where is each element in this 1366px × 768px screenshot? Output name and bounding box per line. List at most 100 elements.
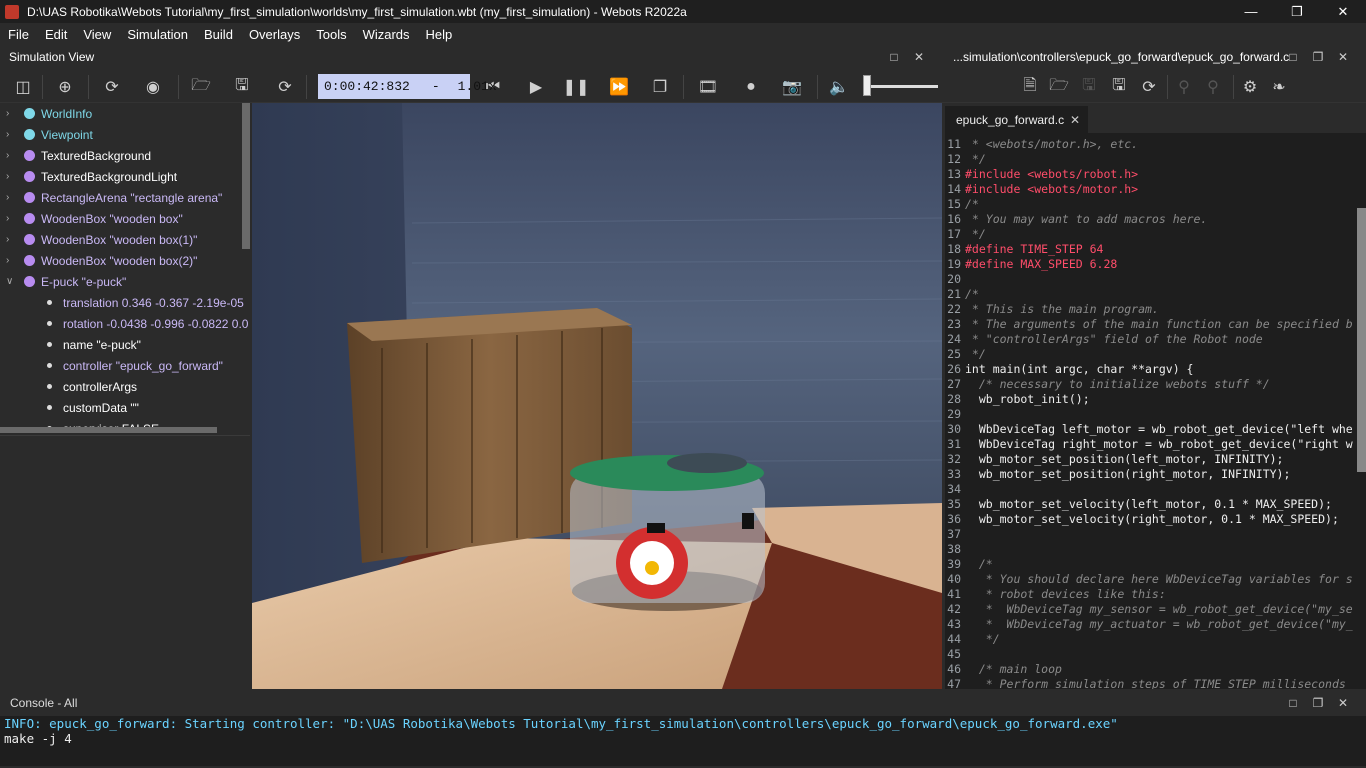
- revert-file-icon[interactable]: ⟳: [1138, 76, 1160, 98]
- line-number: 40: [947, 572, 961, 586]
- maximize-button[interactable]: ❐: [1274, 0, 1320, 23]
- scene-tree-field[interactable]: rotation -0.0438 -0.996 -0.0822 0.0: [0, 313, 250, 334]
- field-bullet-icon: [47, 342, 52, 347]
- console-undock-button[interactable]: ❐: [1308, 692, 1328, 714]
- fast-forward-icon[interactable]: ⏩: [608, 76, 630, 98]
- console-line: INFO: epuck_go_forward: Starting control…: [4, 716, 1118, 731]
- scene-tree-node[interactable]: › Viewpoint: [0, 124, 250, 145]
- line-number: 44: [947, 632, 961, 646]
- editor-float-button[interactable]: □: [1283, 45, 1303, 69]
- menu-edit[interactable]: Edit: [37, 27, 75, 42]
- save-world-icon[interactable]: 🖫: [231, 76, 253, 98]
- expand-arrow-icon[interactable]: ›: [6, 213, 9, 224]
- add-node-icon[interactable]: ⊕: [54, 76, 76, 98]
- scene-tree-field[interactable]: name "e-puck": [0, 334, 250, 355]
- scene-tree-node[interactable]: › RectangleArena "rectangle arena": [0, 187, 250, 208]
- tab-epuck-go-forward[interactable]: epuck_go_forward.c ✕: [945, 106, 1088, 133]
- scene-tree-node[interactable]: › WoodenBox "wooden box": [0, 208, 250, 229]
- menu-overlays[interactable]: Overlays: [241, 27, 308, 42]
- pause-icon[interactable]: ❚❚: [563, 76, 590, 98]
- scene-tree-field[interactable]: translation 0.346 -0.367 -2.19e-05: [0, 292, 250, 313]
- menu-help[interactable]: Help: [418, 27, 461, 42]
- simulation-view-float-button[interactable]: □: [884, 45, 904, 69]
- code-editor[interactable]: epuck_go_forward.c ✕ 11 * <webots/motor.…: [945, 103, 1366, 689]
- save-file-icon[interactable]: 🖫: [1078, 76, 1100, 98]
- code-text: * WbDeviceTag my_sensor = wb_robot_get_d…: [965, 602, 1353, 616]
- record-icon[interactable]: ●: [740, 76, 762, 98]
- scene-tree-field[interactable]: controller "epuck_go_forward": [0, 355, 250, 376]
- expand-arrow-icon[interactable]: ›: [6, 255, 9, 266]
- code-line: 15 /*: [945, 197, 1366, 212]
- scene-tree-node[interactable]: › WorldInfo: [0, 103, 250, 124]
- menu-wizards[interactable]: Wizards: [355, 27, 418, 42]
- simulation-view-close-button[interactable]: ✕: [909, 45, 929, 69]
- close-button[interactable]: ✕: [1320, 0, 1366, 23]
- expand-arrow-icon[interactable]: ›: [6, 150, 9, 161]
- scene-tree-vertical-scrollbar[interactable]: [242, 103, 250, 249]
- record-movie-icon[interactable]: 🎞: [697, 76, 719, 98]
- open-world-icon[interactable]: 🗁: [190, 76, 212, 98]
- code-line: 38: [945, 542, 1366, 557]
- scene-tree-node[interactable]: › TexturedBackgroundLight: [0, 166, 250, 187]
- console-header: Console - All: [0, 692, 1366, 714]
- expand-arrow-icon[interactable]: ›: [6, 192, 9, 203]
- menu-file[interactable]: File: [0, 27, 37, 42]
- code-text: */: [965, 227, 986, 241]
- replace-icon[interactable]: ⚲: [1202, 76, 1224, 98]
- 3d-viewport[interactable]: [252, 103, 942, 689]
- menu-tools[interactable]: Tools: [308, 27, 354, 42]
- reset-viewpoint-icon[interactable]: ⟳: [101, 76, 123, 98]
- find-icon[interactable]: ⚲: [1173, 76, 1195, 98]
- scene-tree-node[interactable]: › WoodenBox "wooden box(2)": [0, 250, 250, 271]
- scene-tree-node[interactable]: › WoodenBox "wooden box(1)": [0, 229, 250, 250]
- reload-world-icon[interactable]: ⟳: [274, 76, 296, 98]
- save-as-icon[interactable]: 🖫: [1108, 76, 1130, 98]
- minimize-button[interactable]: —: [1228, 0, 1274, 23]
- expand-arrow-icon[interactable]: ›: [6, 171, 9, 182]
- code-area[interactable]: 11 * <webots/motor.h>, etc. 12 */13 #inclu…: [945, 137, 1366, 689]
- scene-tree-field[interactable]: controllerArgs: [0, 376, 250, 397]
- simulation-view-title: Simulation View: [9, 50, 95, 64]
- rendering-icon[interactable]: ❐: [649, 76, 671, 98]
- code-text: */: [965, 347, 986, 361]
- line-number: 35: [947, 497, 961, 511]
- code-line: 30 WbDeviceTag left_motor = wb_robot_get…: [945, 422, 1366, 437]
- new-file-icon[interactable]: 🗎: [1019, 76, 1041, 98]
- editor-close-button[interactable]: ✕: [1333, 45, 1353, 69]
- menu-view[interactable]: View: [75, 27, 119, 42]
- console-close-button[interactable]: ✕: [1333, 692, 1353, 714]
- expand-arrow-icon[interactable]: ›: [6, 129, 9, 140]
- code-line: 46 /* main loop: [945, 662, 1366, 677]
- screenshot-camera-icon[interactable]: 📷: [781, 76, 803, 98]
- tab-close-icon[interactable]: ✕: [1070, 113, 1080, 127]
- view-eye-icon[interactable]: ◉: [142, 76, 164, 98]
- menu-simulation[interactable]: Simulation: [119, 27, 196, 42]
- volume-slider-track[interactable]: [864, 85, 938, 88]
- editor-undock-button[interactable]: ❐: [1308, 45, 1328, 69]
- mute-icon[interactable]: 🔈: [828, 76, 850, 98]
- scene-tree-horizontal-scrollbar[interactable]: [0, 427, 217, 433]
- field-bullet-icon: [47, 384, 52, 389]
- console-output[interactable]: INFO: epuck_go_forward: Starting control…: [0, 716, 1366, 766]
- expand-arrow-icon[interactable]: ›: [6, 108, 9, 119]
- console-float-button[interactable]: □: [1283, 692, 1303, 714]
- code-line: 26 int main(int argc, char **argv) {: [945, 362, 1366, 377]
- clean-broom-icon[interactable]: ❧: [1268, 76, 1290, 98]
- editor-scrollbar[interactable]: [1357, 208, 1366, 472]
- step-icon[interactable]: ▶: [525, 76, 547, 98]
- build-gear-icon[interactable]: ⚙: [1239, 76, 1261, 98]
- expand-arrow-icon[interactable]: ›: [6, 234, 9, 245]
- collapse-arrow-icon[interactable]: ∨: [6, 276, 13, 287]
- open-file-icon[interactable]: 🗁: [1048, 76, 1070, 98]
- scene-tree-node[interactable]: › TexturedBackground: [0, 145, 250, 166]
- volume-slider-handle[interactable]: [863, 75, 871, 96]
- scene-tree-node[interactable]: ∨ E-puck "e-puck": [0, 271, 250, 292]
- webots-app-icon: [5, 4, 19, 19]
- code-line: 12 */: [945, 152, 1366, 167]
- console-title: Console - All: [10, 696, 78, 710]
- code-text: /*: [965, 197, 979, 211]
- toggle-scene-tree-icon[interactable]: ◫: [12, 76, 34, 98]
- code-line: 36 wb_motor_set_velocity(right_motor, 0.…: [945, 512, 1366, 527]
- scene-tree-field[interactable]: customData "": [0, 397, 250, 418]
- menu-build[interactable]: Build: [196, 27, 241, 42]
